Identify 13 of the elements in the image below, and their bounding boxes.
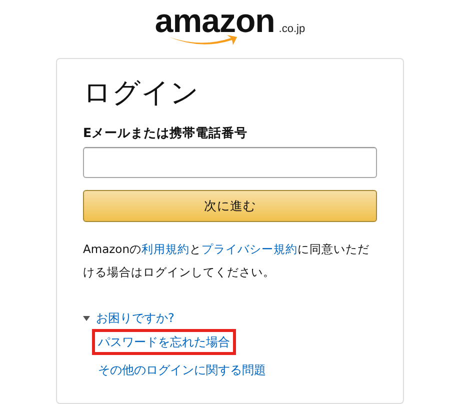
email-field[interactable]	[83, 147, 377, 178]
agreement-text: Amazonの利用規約 と プライバシー規約に同意いただける場合はログインしてください。	[83, 241, 370, 281]
help-link[interactable]: お困りですか?	[96, 310, 174, 327]
page-title: ログイン	[83, 75, 200, 111]
continue-button[interactable]: 次に進む	[83, 190, 377, 222]
help-option-link[interactable]: パスワードを忘れた場合	[92, 329, 236, 355]
smile-arrow-icon	[166, 34, 239, 46]
logo-wordmark: amazon	[154, 4, 275, 38]
help-option-link[interactable]: その他のログインに関する問題	[92, 357, 272, 383]
terms-link[interactable]: プライバシー規約	[201, 242, 298, 256]
field-label: Eメールまたは携帯電話番号	[83, 125, 249, 142]
logo-suffix: .co.jp	[278, 23, 306, 35]
terms-link[interactable]: 利用規約	[141, 242, 190, 256]
